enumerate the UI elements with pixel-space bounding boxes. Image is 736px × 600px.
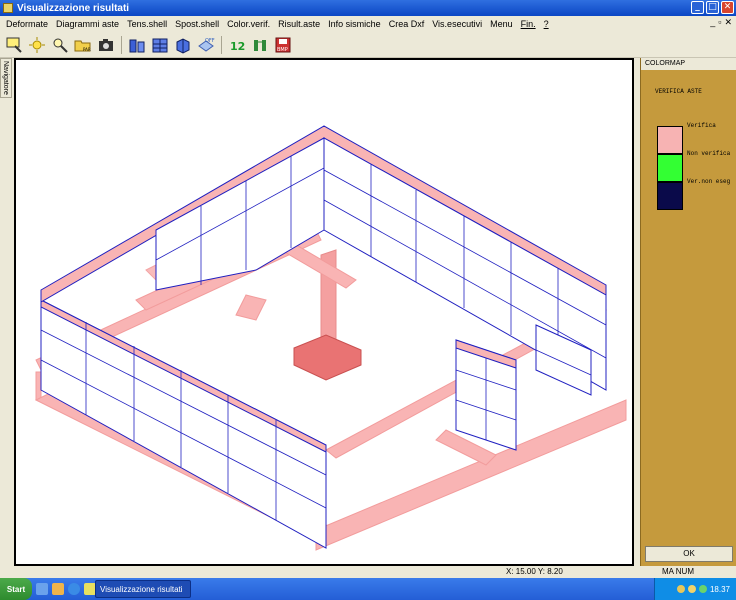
off-toggle-icon[interactable]: OFF [196,35,216,55]
mdi-minimize-button[interactable]: _ [710,17,715,28]
building-grid-icon[interactable] [150,35,170,55]
quicklaunch-folder-icon[interactable] [52,583,64,595]
toolbar: PAR OFF 12 BMP [0,32,736,58]
menu-bar: Deformate Diagrammi aste Tens.shell Spos… [0,16,736,32]
numbers-icon[interactable]: 12 [227,35,247,55]
colormap-panel: COLORMAP VERIFICA ASTE Verifica Non veri… [640,58,736,566]
toolbar-separator [221,35,222,54]
tray-network-icon[interactable] [698,585,707,593]
title-bar: Visualizzazione risultati _ □ ✕ [0,0,736,16]
camera-icon[interactable] [96,35,116,55]
pan-sun-icon[interactable] [27,35,47,55]
cursor-coordinates: X: 15.00 Y: 8.20 [506,567,563,576]
taskbar-window-label: Visualizzazione risultati [100,584,183,594]
status-bar: X: 15.00 Y: 8.20 MA NUM [0,566,736,578]
quicklaunch-browser-icon[interactable] [68,583,80,595]
mdi-close-button[interactable]: ✕ [724,17,732,28]
menu-diagrammi-aste[interactable]: Diagrammi aste [56,19,119,29]
clock: 18.37 [709,584,730,594]
system-tray: 18.37 [654,578,736,600]
menu-info-sismiche[interactable]: Info sismiche [328,19,381,29]
menu-tens-shell[interactable]: Tens.shell [127,19,167,29]
tray-volume-icon[interactable] [687,585,696,593]
save-bmp-icon[interactable]: BMP [273,35,293,55]
mdi-restore-button[interactable]: ▫ [718,17,721,28]
legend-label-verifica: Verifica [687,122,716,129]
svg-text:BMP: BMP [277,47,288,53]
maximize-button[interactable]: □ [706,1,719,14]
menu-help[interactable]: ? [544,19,549,29]
menu-color-verif[interactable]: Color.verif. [227,19,270,29]
menu-menu[interactable]: Menu [490,19,513,29]
quicklaunch-desktop-icon[interactable] [36,583,48,595]
svg-text:12: 12 [230,40,245,53]
menu-spost-shell[interactable]: Spost.shell [175,19,219,29]
navigator-tab[interactable]: Navigatore [0,58,12,98]
open-folder-icon[interactable]: PAR [73,35,93,55]
navigator-label: Navigatore [2,61,9,95]
app-icon [3,3,13,13]
tray-status-icon[interactable] [676,585,685,593]
svg-text:PAR: PAR [83,47,91,52]
keyboard-flags: MA NUM [662,567,694,576]
menu-fin[interactable]: Fin. [521,19,536,29]
zoom-icon[interactable] [50,35,70,55]
start-button[interactable]: Start [0,578,32,600]
structure-3d-view [34,125,627,551]
menu-risult-aste[interactable]: Risult.aste [278,19,320,29]
building-3d-icon[interactable] [173,35,193,55]
toolbar-separator [121,35,122,54]
building-icon[interactable] [127,35,147,55]
minimize-button[interactable]: _ [691,1,704,14]
close-button[interactable]: ✕ [721,1,734,14]
menu-vis-esecutivi[interactable]: Vis.esecutivi [432,19,482,29]
colormap-title: COLORMAP [641,58,736,70]
colormap-heading: VERIFICA ASTE [655,88,702,95]
menu-deformate[interactable]: Deformate [6,19,48,29]
model-viewport[interactable] [14,58,634,566]
ok-button[interactable]: OK [645,546,733,562]
transform-icon[interactable] [250,35,270,55]
taskbar: Start Visualizzazione risultati 18.37 [0,578,736,600]
window-title: Visualizzazione risultati [17,2,130,14]
legend-label-ver-non-eseg: Ver.non eseg [687,178,731,185]
zoom-window-icon[interactable] [4,35,24,55]
svg-text:OFF: OFF [205,38,215,44]
legend-swatch-ver-non-eseg [657,182,683,210]
legend-label-non-verifica: Non verifica [687,150,731,157]
legend-swatch-verifica [657,126,683,154]
menu-crea-dxf[interactable]: Crea Dxf [389,19,425,29]
taskbar-window-button[interactable]: Visualizzazione risultati [95,580,191,598]
legend-swatch-non-verifica [657,154,683,182]
